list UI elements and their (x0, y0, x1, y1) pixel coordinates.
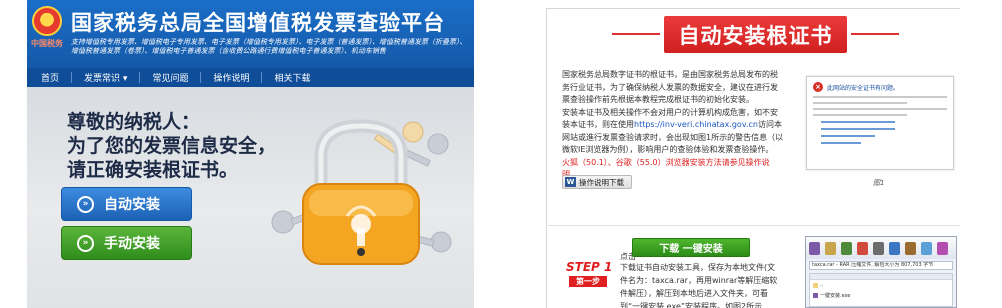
step-1-label: STEP 1 (566, 260, 613, 274)
extract-icon (825, 241, 836, 255)
auto-install-button[interactable]: » 自动安装 (61, 187, 192, 221)
manual-download-label: 操作说明下载 (579, 177, 624, 187)
intro-text-1: 国家税务总局数字证书的根证书，是由国家税务总局发布的税务行业证书，为了确保纳税人… (562, 70, 778, 104)
site-title: 国家税务总局全国增值税发票查验平台 (71, 11, 445, 35)
guide-title-banner: 自动安装根证书 (612, 16, 899, 53)
supported-invoice-types: 支持增值税专用发票、增值税电子专用发票、电子发票（增值税专用发票）、电子发票（普… (71, 38, 467, 55)
text-line (813, 102, 907, 104)
figure-2-winrar-screenshot: taxca.rar - RAR 压缩文件, 解包大小为 807,703 字节 .… (805, 236, 957, 308)
nav-faq[interactable]: 常见问题 (140, 71, 200, 84)
panel-gap (474, 0, 514, 308)
info-icon (921, 241, 932, 255)
exe-file-icon (813, 293, 818, 298)
text-line (813, 108, 947, 110)
option-link (821, 121, 895, 123)
nav-downloads[interactable]: 相关下载 (262, 71, 322, 84)
double-chevron-right-icon: » (77, 195, 94, 213)
option-link (821, 142, 862, 144)
add-archive-icon (809, 241, 820, 255)
manual-install-button[interactable]: » 手动安装 (61, 226, 192, 260)
manual-install-label: 手动安装 (104, 236, 160, 252)
screenshot-stage: 中国税务 国家税务总局全国增值税发票查验平台 支持增值税专用发票、增值税电子专用… (0, 0, 1002, 308)
one-click-install-download-button[interactable]: 下载 一键安装 (632, 238, 750, 257)
wizard-icon (905, 241, 916, 255)
hero-line-3: 请正确安装根证书。 (67, 159, 239, 181)
nav-invoice-knowledge-label: 发票常识 (84, 74, 121, 84)
main-nav: 首页 发票常识 ▾ 常见问题 操作说明 相关下载 (27, 68, 474, 87)
word-doc-icon: W (565, 177, 576, 187)
figure-1-caption: 图1 (873, 179, 885, 187)
padlock-keys-illustration (271, 119, 452, 265)
error-shield-icon: × (813, 82, 823, 92)
nav-instructions[interactable]: 操作说明 (201, 71, 261, 84)
auto-install-label: 自动安装 (104, 197, 160, 213)
double-chevron-right-icon: » (77, 234, 94, 252)
file-name: 一键安装.exe (820, 293, 851, 299)
warning-title: 此网站的安全证书有问题。 (827, 84, 900, 92)
intro-paragraph: 国家税务总局数字证书的根证书，是由国家税务总局发布的税务行业证书，为了确保纳税人… (562, 69, 784, 182)
manual-download-button[interactable]: W 操作说明下载 (562, 175, 632, 189)
figure-1-warning-screenshot: × 此网站的安全证书有问题。 (806, 76, 954, 170)
emblem-caption: 中国税务 (31, 38, 63, 48)
chevron-down-icon: ▾ (122, 74, 128, 84)
file-row: 一键安装.exe (810, 290, 952, 301)
option-link (821, 135, 875, 137)
site-link[interactable]: https://inv-veri.chinatax.gov.cn (634, 120, 758, 129)
hero-greeting: 尊敬的纳税人： (67, 111, 201, 133)
delete-icon (873, 241, 884, 255)
file-name: .. (820, 282, 824, 288)
view-icon (857, 241, 868, 255)
repair-icon (937, 241, 948, 255)
text-line (813, 96, 947, 98)
winrar-toolbar (806, 237, 956, 259)
download-button-label: 下载 一键安装 (659, 244, 723, 255)
archive-file-list: .. 一键安装.exe (809, 273, 953, 307)
test-icon (841, 241, 852, 255)
verification-platform-page: 中国税务 国家税务总局全国增值税发票查验平台 支持增值税专用发票、增值税电子专用… (27, 0, 474, 308)
file-row: .. (810, 280, 952, 290)
find-icon (889, 241, 900, 255)
step-1-sublabel: 第一步 (569, 276, 607, 287)
text-line (813, 114, 907, 116)
install-guide-page: 自动安装根证书 国家税务总局数字证书的根证书，是由国家税务总局发布的税务行业证书… (514, 0, 1002, 308)
nav-invoice-knowledge[interactable]: 发票常识 ▾ (72, 71, 139, 84)
page-border-left (546, 8, 547, 308)
section-divider (547, 225, 960, 226)
site-header: 中国税务 国家税务总局全国增值税发票查验平台 支持增值税专用发票、增值税电子专用… (27, 0, 474, 68)
archive-path-bar: taxca.rar - RAR 压缩文件, 解包大小为 807,703 字节 (809, 261, 953, 270)
nav-home[interactable]: 首页 (27, 71, 71, 84)
page-border-top (546, 8, 960, 9)
hero-line-2: 为了您的发票信息安全， (67, 135, 277, 157)
tax-emblem-icon (32, 6, 62, 36)
option-link (821, 128, 895, 130)
folder-icon (813, 282, 818, 288)
step-1-instructions: 下载证书自动安装工具，保存为本地文件(文件名为：taxca.rar，再用winr… (620, 263, 778, 308)
